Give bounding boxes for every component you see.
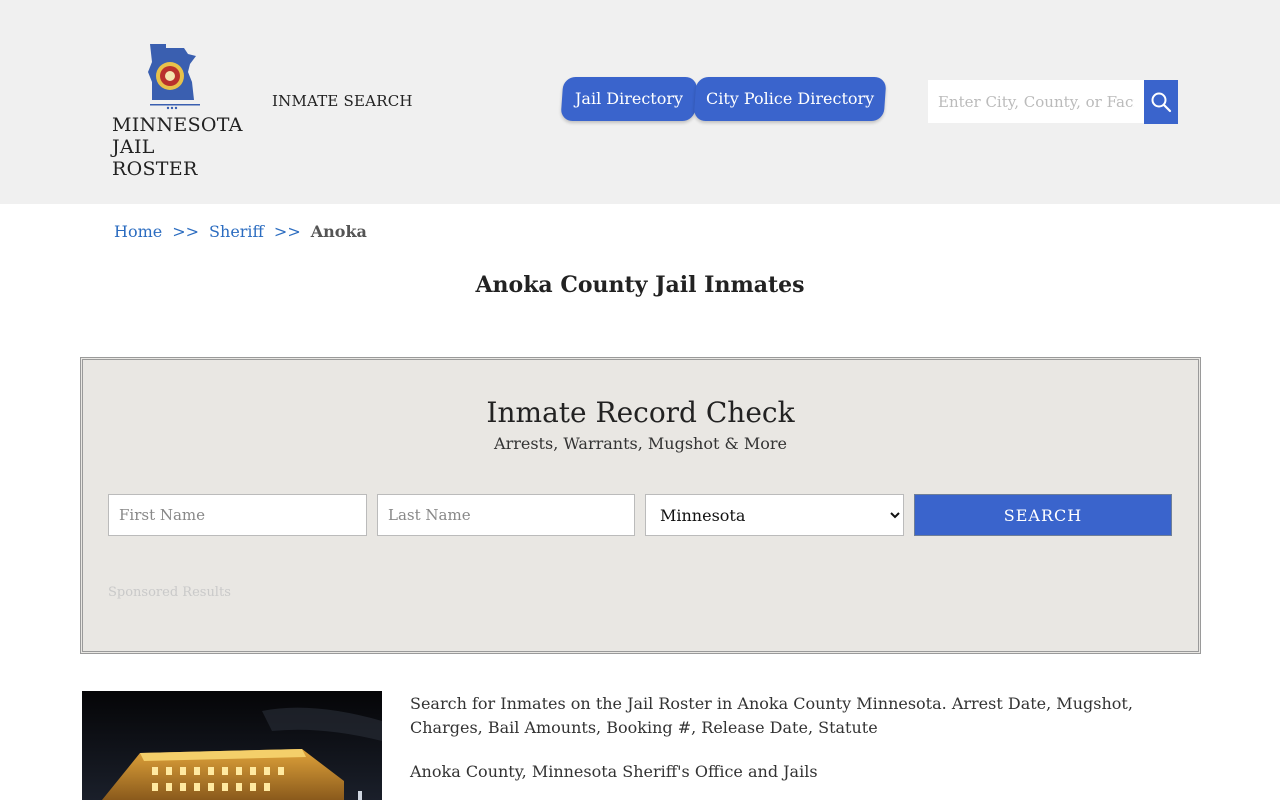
breadcrumb-separator: >> xyxy=(172,222,200,241)
record-check-title: Inmate Record Check xyxy=(486,396,795,429)
record-check-subtitle: Arrests, Warrants, Mugshot & More xyxy=(494,434,787,453)
tab-city-police-directory[interactable]: City Police Directory xyxy=(693,77,887,121)
logo-line-2: JAIL ROSTER xyxy=(112,136,198,180)
logo-text: MINNESOTA JAIL ROSTER xyxy=(112,114,244,180)
facility-search-button[interactable] xyxy=(1144,80,1178,124)
site-header: MINNESOTA JAIL ROSTER INMATE SEARCH Jail… xyxy=(0,0,1280,204)
tab-city-police-directory-label: City Police Directory xyxy=(705,89,875,108)
description-paragraph-2: Anoka County, Minnesota Sheriff's Office… xyxy=(410,762,818,781)
first-name-input[interactable] xyxy=(108,494,367,536)
page-title: Anoka County Jail Inmates xyxy=(475,272,805,298)
inmate-record-check-panel: Inmate Record Check Arrests, Warrants, M… xyxy=(80,357,1201,654)
tab-jail-directory-label: Jail Directory xyxy=(574,89,684,108)
breadcrumb-home[interactable]: Home xyxy=(114,222,162,241)
search-icon xyxy=(1151,92,1172,113)
sponsored-results-label: Sponsored Results xyxy=(108,585,231,600)
breadcrumb: Home >> Sheriff >> Anoka xyxy=(114,222,367,241)
breadcrumb-current: Anoka xyxy=(310,222,367,241)
breadcrumb-separator: >> xyxy=(273,222,301,241)
jail-building-photo xyxy=(82,691,382,800)
breadcrumb-sheriff[interactable]: Sheriff xyxy=(209,222,264,241)
inmate-search-link[interactable]: INMATE SEARCH xyxy=(272,92,413,110)
site-logo[interactable]: MINNESOTA JAIL ROSTER xyxy=(108,42,244,180)
logo-line-1: MINNESOTA xyxy=(112,114,243,136)
record-search-button[interactable]: SEARCH xyxy=(914,494,1172,536)
tab-jail-directory[interactable]: Jail Directory xyxy=(560,77,698,121)
last-name-input[interactable] xyxy=(377,494,635,536)
minnesota-seal-icon xyxy=(148,44,200,110)
state-select[interactable]: Minnesota xyxy=(645,494,904,536)
county-description: Search for Inmates on the Jail Roster in… xyxy=(410,692,1200,800)
description-paragraph-1: Search for Inmates on the Jail Roster in… xyxy=(410,694,1133,737)
facility-search-input[interactable] xyxy=(928,80,1144,123)
